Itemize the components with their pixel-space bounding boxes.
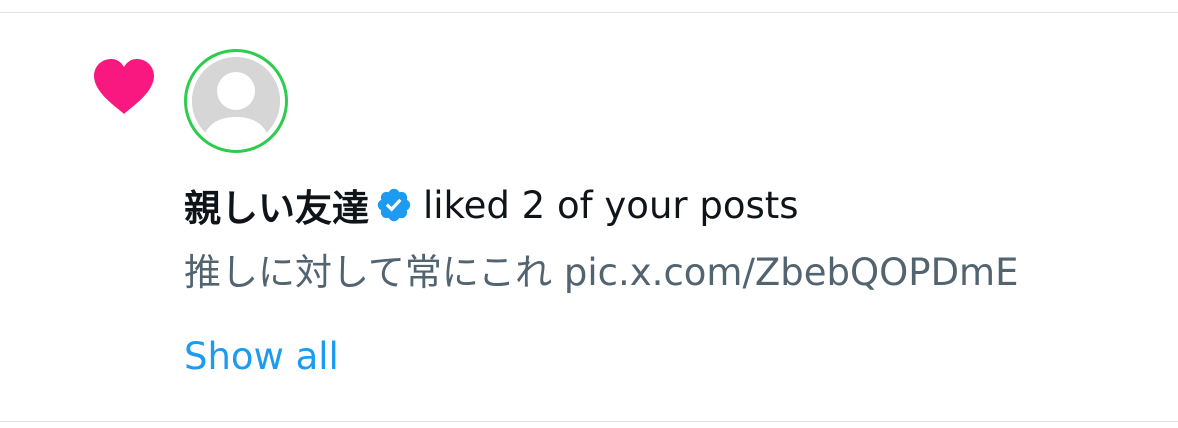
show-all-link[interactable]: Show all <box>184 332 339 382</box>
default-user-icon <box>192 57 280 145</box>
action-text: liked 2 of your posts <box>423 183 799 227</box>
bottom-divider <box>0 421 1178 422</box>
avatar-placeholder <box>192 57 280 145</box>
notification-text: 親しい友達 liked 2 of your posts <box>184 178 799 232</box>
post-preview[interactable]: 推しに対して常にこれ pic.x.com/ZbebQOPDmE <box>184 248 1018 298</box>
verified-badge-icon <box>375 186 413 224</box>
avatar[interactable] <box>184 49 288 153</box>
heart-icon <box>94 59 154 114</box>
user-display-name[interactable]: 親しい友達 <box>184 178 369 232</box>
